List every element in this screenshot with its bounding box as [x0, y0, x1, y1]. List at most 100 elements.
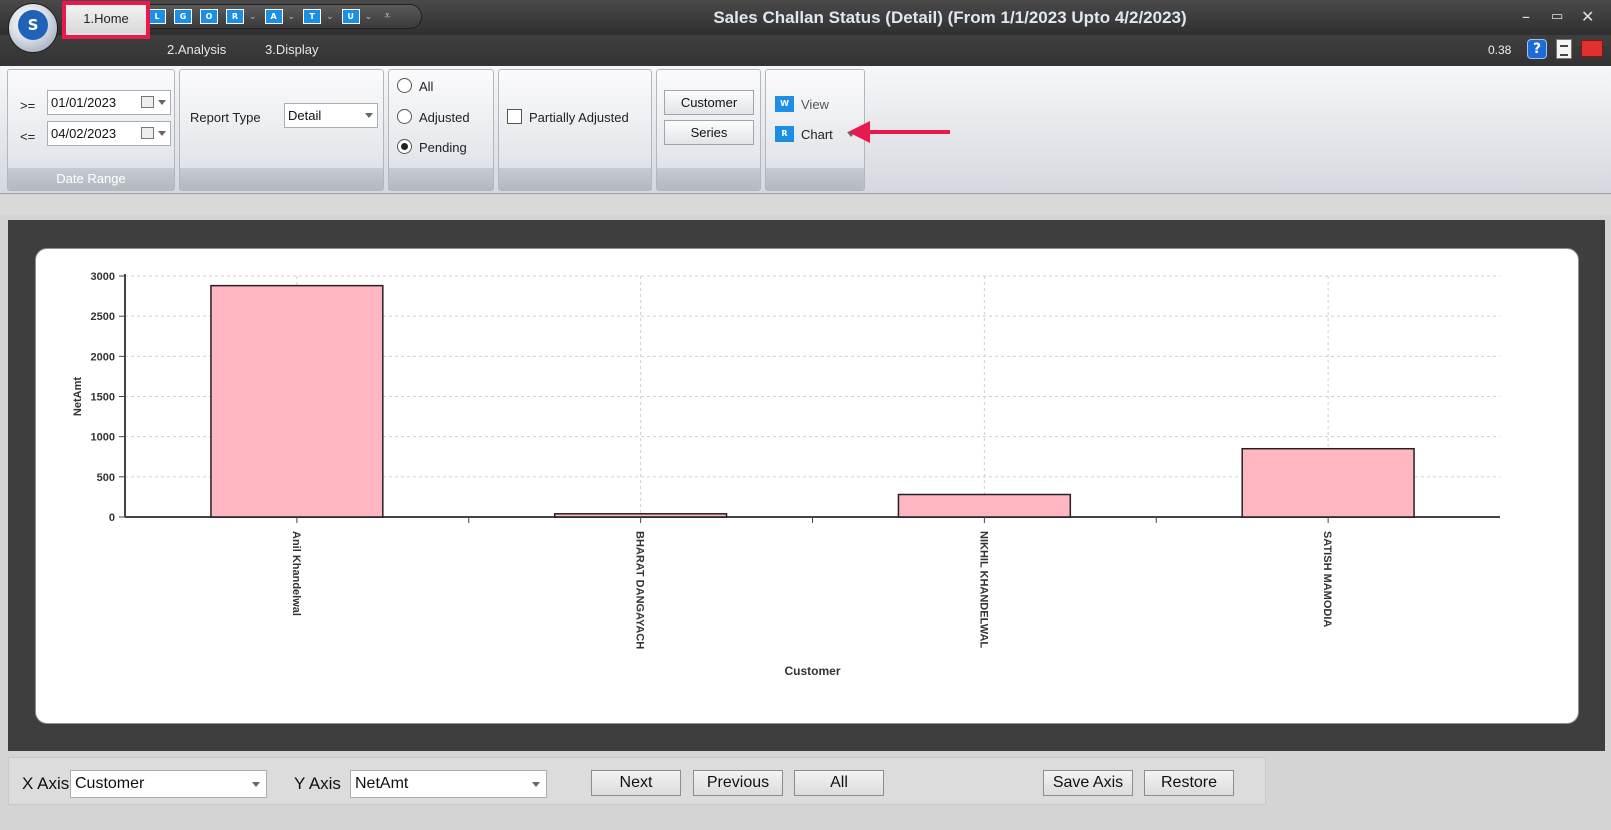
report-type-footer [180, 168, 383, 190]
chevron-down-icon[interactable] [365, 113, 373, 118]
quick-access-button-u[interactable]: U [341, 9, 360, 24]
y-tick-label: 3000 [91, 271, 115, 283]
to-date-field[interactable]: 04/02/2023 [47, 121, 171, 146]
group-by-footer [657, 168, 760, 190]
view-button[interactable]: View [801, 97, 829, 112]
x-tick-label: SATISH MAMODIA [1321, 531, 1333, 627]
chevron-down-icon[interactable]: ⌄ [249, 11, 257, 22]
report-type-group: Report Type Detail [179, 69, 384, 191]
from-date-field[interactable]: 01/01/2023 [47, 90, 171, 115]
radio-pending-label: Pending [419, 140, 467, 155]
customize-toolbar-icon[interactable]: ⩡ [384, 10, 390, 23]
x-tick-label: Anil Khandelwal [290, 531, 302, 616]
chart-icon[interactable]: R [775, 126, 794, 142]
y-tick-label: 0 [109, 512, 115, 524]
status-filter-footer [389, 168, 493, 190]
help-icon[interactable]: ? [1527, 39, 1547, 59]
chevron-down-icon[interactable] [252, 782, 260, 787]
radio-all-label: All [419, 79, 434, 94]
app-logo[interactable]: S [8, 3, 58, 53]
calendar-icon[interactable] [141, 96, 154, 108]
partial-footer [499, 168, 651, 190]
title-bar: PNVLGOR⌄A⌄T⌄U⌄⩡ Sales Challan Status (De… [0, 0, 1611, 35]
restore-button[interactable]: Restore [1144, 770, 1234, 796]
chevron-down-icon[interactable]: ⌄ [365, 11, 373, 22]
previous-button[interactable]: Previous [693, 770, 783, 796]
quick-access-button-r[interactable]: R [226, 9, 244, 24]
annotation-arrow-icon [848, 121, 870, 143]
close-button[interactable]: ✕ [1581, 7, 1594, 26]
bar-chart: 0 500 1000 1500 2000 2500 3000 Anil Khandelwal B… [72, 271, 1500, 678]
from-date-value: 01/01/2023 [51, 95, 117, 110]
x-tick-label: BHARAT DANGAYACH [634, 531, 646, 649]
chevron-down-icon[interactable] [158, 131, 166, 136]
report-type-select[interactable]: Detail [284, 103, 378, 128]
report-type-value: Detail [288, 108, 322, 123]
app-logo-letter: S [18, 10, 48, 40]
x-axis-title: Customer [784, 664, 840, 678]
bar [210, 284, 384, 518]
next-button[interactable]: Next [591, 770, 681, 796]
quick-access-button-g[interactable]: G [174, 9, 192, 24]
version-label: 0.38 [1488, 43, 1512, 57]
tab-display[interactable]: 3.Display [265, 42, 318, 57]
date-range-footer: Date Range [8, 168, 174, 190]
separator-band [0, 195, 1611, 215]
calendar-icon[interactable] [141, 127, 154, 139]
x-tick-label: NIKHIL KHANDELWAL [977, 531, 989, 648]
radio-adjusted-label: Adjusted [419, 110, 470, 125]
partially-adjusted-checkbox[interactable] [507, 109, 522, 124]
chevron-down-icon[interactable]: ⌄ [326, 11, 334, 22]
partially-adjusted-label: Partially Adjusted [529, 110, 629, 125]
window-title: Sales Challan Status (Detail) (From 1/1/… [713, 8, 1187, 27]
view-footer [766, 168, 864, 190]
ribbon-tab-strip: 2.Analysis 3.Display 0.38 ? [0, 35, 1611, 66]
all-button[interactable]: All [794, 770, 884, 796]
radio-adjusted[interactable] [397, 109, 412, 124]
to-date-value: 04/02/2023 [51, 126, 117, 141]
to-operator: <= [20, 129, 36, 144]
y-tick-label: 2000 [91, 351, 115, 363]
date-range-group: >= 01/01/2023 <= 04/02/2023 Date Range [7, 69, 175, 191]
view-icon[interactable]: W [775, 96, 794, 112]
quick-access-button-o[interactable]: O [200, 9, 218, 24]
radio-all[interactable] [397, 78, 412, 93]
y-axis-label: Y Axis [294, 774, 341, 793]
report-type-label: Report Type [190, 110, 261, 125]
radio-pending[interactable] [397, 139, 412, 154]
y-tick-label: 500 [97, 472, 115, 484]
axis-controls: X Axis Customer Y Axis NetAmt Next Previ… [0, 753, 1611, 830]
from-operator: >= [20, 98, 36, 113]
document-icon[interactable] [1556, 39, 1572, 59]
tab-home-label: 1.Home [66, 5, 146, 33]
save-axis-button[interactable]: Save Axis [1043, 770, 1133, 796]
chevron-down-icon[interactable]: ⌄ [288, 11, 296, 22]
quick-access-button-l[interactable]: L [148, 9, 166, 24]
minimize-button[interactable]: – [1522, 7, 1530, 26]
group-by-group: Customer Series [656, 69, 761, 191]
y-tick-label: 1000 [91, 432, 115, 444]
quick-access-button-a[interactable]: A [264, 9, 283, 24]
bar [1241, 447, 1415, 518]
x-axis-select[interactable]: Customer [70, 770, 267, 798]
quick-access-button-t[interactable]: T [303, 9, 322, 24]
series-button[interactable]: Series [664, 120, 754, 145]
ribbon: >= 01/01/2023 <= 04/02/2023 Date Range R… [0, 66, 1611, 194]
bar [553, 513, 728, 518]
x-axis-label: X Axis [22, 774, 70, 793]
chevron-down-icon[interactable] [532, 782, 540, 787]
tab-home[interactable]: 1.Home [62, 1, 150, 39]
tab-analysis[interactable]: 2.Analysis [167, 42, 226, 57]
chart-button[interactable]: Chart [801, 127, 833, 142]
status-filter-group: All Adjusted Pending [388, 69, 494, 191]
maximize-button[interactable]: ▭ [1551, 9, 1563, 24]
y-axis-select[interactable]: NetAmt [350, 770, 547, 798]
chevron-down-icon[interactable] [158, 100, 166, 105]
x-axis-value: Customer [75, 775, 145, 792]
partial-group: Partially Adjusted [498, 69, 652, 191]
y-tick-label: 2500 [91, 311, 115, 323]
exit-icon[interactable] [1581, 40, 1603, 57]
customer-button[interactable]: Customer [664, 90, 754, 115]
y-axis-title: NetAmt [72, 377, 84, 416]
y-axis-value: NetAmt [355, 775, 409, 792]
